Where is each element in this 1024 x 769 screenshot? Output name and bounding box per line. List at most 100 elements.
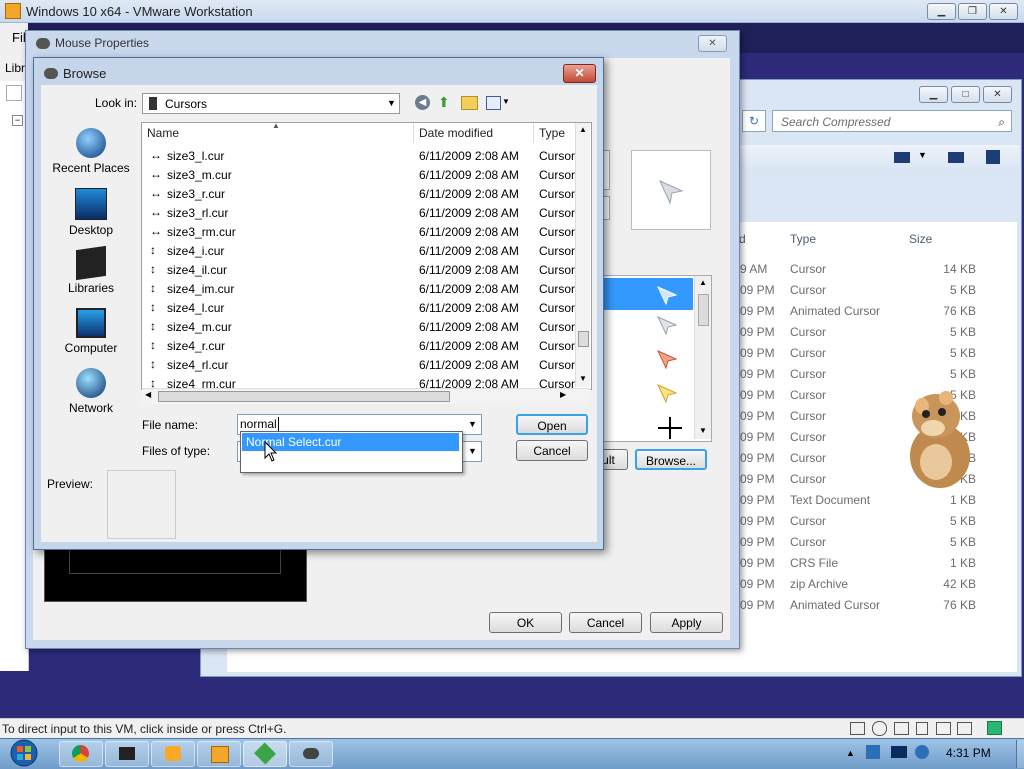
taskbar-app-button[interactable] [105,741,149,767]
place-libraries[interactable]: Libraries [46,245,136,295]
open-button[interactable]: Open [516,414,588,435]
explorer-row[interactable]: 09 PM zip Archive 42 KB [740,574,1020,595]
mouse-cancel-button[interactable]: Cancel [569,612,642,633]
browse-cancel-button[interactable]: Cancel [516,440,588,461]
explorer-row[interactable]: 09 PM Cursor 5 KB [740,364,1020,385]
place-recent-places[interactable]: Recent Places [46,128,136,175]
new-folder-icon[interactable] [461,96,478,110]
explorer-col-size[interactable]: Size [909,232,932,246]
explorer-search-input[interactable]: Search Compressed ⌕ [772,110,1012,132]
hscroll-thumb[interactable] [158,391,450,402]
file-list-vscroll[interactable]: ▲ ▼ [575,123,590,387]
file-row[interactable]: ↕ size4_il.cur 6/11/2009 2:08 AM Cursor [142,260,582,279]
explorer-minimize-button[interactable]: ▁ [919,86,948,103]
cd-icon[interactable] [872,721,887,736]
taskbar-vmware-button[interactable] [197,741,241,767]
explorer-row[interactable]: 09 PM CRS File 1 KB [740,553,1020,574]
hdd-icon[interactable] [850,722,865,735]
file-row[interactable]: ↕ size4_l.cur 6/11/2009 2:08 AM Cursor [142,298,582,317]
view-dropdown-icon[interactable]: ▼ [918,150,927,160]
explorer-close-button[interactable]: ✕ [983,86,1012,103]
refresh-icon[interactable]: ↻ [742,110,766,132]
start-button[interactable] [4,738,44,768]
explorer-maximize-button[interactable]: □ [951,86,980,103]
maximize-button[interactable]: ❐ [958,3,987,20]
place-network[interactable]: Network [46,368,136,415]
file-row[interactable]: ↔ size3_m.cur 6/11/2009 2:08 AM Cursor [142,165,582,184]
cursor-list-scrollbar[interactable]: ▲ ▼ [694,276,711,439]
file-row[interactable]: ↕ size4_i.cur 6/11/2009 2:08 AM Cursor [142,241,582,260]
chevron-down-icon[interactable]: ▼ [468,415,477,434]
file-list-hscroll[interactable]: ◀ ▶ [142,388,590,404]
back-icon[interactable]: ◀ [415,95,430,110]
file-row[interactable]: ↕ size4_m.cur 6/11/2009 2:08 AM Cursor [142,317,582,336]
tray-network-icon[interactable] [891,746,907,758]
explorer-col-date[interactable]: d [739,232,746,246]
message-icon[interactable] [987,721,1002,735]
sound-icon[interactable] [936,722,951,735]
menu-file[interactable]: Fil [12,30,26,45]
file-row[interactable]: ↔ size3_rl.cur 6/11/2009 2:08 AM Cursor [142,203,582,222]
taskbar-clock[interactable]: 4:31 PM [946,746,991,760]
scroll-down-icon[interactable]: ▼ [579,374,587,383]
mouse-browse-button[interactable]: Browse... [635,449,707,470]
library-search-icon[interactable] [6,85,22,101]
scroll-up-icon[interactable]: ▲ [699,278,707,287]
view-icon[interactable] [894,152,910,163]
file-row[interactable]: ↕ size4_r.cur 6/11/2009 2:08 AM Cursor [142,336,582,355]
help-icon[interactable] [986,150,1000,164]
explorer-row[interactable]: 09 PM Cursor 5 KB [740,511,1020,532]
preview-pane-icon[interactable] [948,152,964,163]
view-menu-icon[interactable] [486,96,501,110]
place-computer[interactable]: Computer [46,308,136,355]
up-folder-icon[interactable]: ⬆ [438,94,450,111]
minimize-button[interactable]: ▁ [927,3,956,20]
tray-volume-icon[interactable] [915,745,929,759]
place-desktop[interactable]: Desktop [46,188,136,237]
explorer-row[interactable]: 09 PM Animated Cursor 76 KB [740,301,1020,322]
apply-button[interactable]: Apply [650,612,723,633]
usb-icon[interactable] [916,722,928,735]
explorer-row[interactable]: 09 PM Cursor 5 KB [740,385,1020,406]
scroll-thumb[interactable] [698,294,709,326]
explorer-row[interactable]: 09 PMCursorKB [740,406,1020,427]
taskbar-media-button[interactable] [151,741,195,767]
explorer-row[interactable]: 09 PMCursorKB [740,427,1020,448]
explorer-row[interactable]: 09 PMCursorKB [740,469,1020,490]
scroll-left-icon[interactable]: ◀ [145,390,151,399]
explorer-row[interactable]: 09 PMCursorKB [740,448,1020,469]
cursor-list-selected-row[interactable] [591,278,693,310]
scroll-right-icon[interactable]: ▶ [560,390,566,399]
show-desktop-button[interactable] [1016,740,1024,768]
tray-expand-icon[interactable]: ▲ [846,748,855,758]
file-row[interactable]: ↔ size3_r.cur 6/11/2009 2:08 AM Cursor [142,184,582,203]
explorer-row[interactable]: 09 PM Cursor 5 KB [740,280,1020,301]
explorer-row[interactable]: 09 PM Text Document 1 KB [740,490,1020,511]
explorer-row[interactable]: 09 PM Animated Cursor 76 KB [740,595,1020,616]
file-row[interactable]: ↕ size4_rl.cur 6/11/2009 2:08 AM Cursor [142,355,582,374]
explorer-row[interactable]: 9 AM Cursor 14 KB [740,259,1020,280]
taskbar-mouse-button[interactable] [289,741,333,767]
taskbar-chrome-button[interactable] [59,741,103,767]
close-button[interactable]: ✕ [989,3,1018,20]
ok-button[interactable]: OK [489,612,562,633]
network-adapter-icon[interactable] [894,722,909,735]
scroll-up-icon[interactable]: ▲ [579,125,587,134]
explorer-row[interactable]: 09 PM Cursor 5 KB [740,322,1020,343]
view-menu-chevron-icon[interactable]: ▼ [502,97,510,106]
explorer-row[interactable]: 09 PM Cursor 5 KB [740,343,1020,364]
tray-flag-icon[interactable] [866,745,880,759]
col-date-header[interactable]: Date modified [414,123,534,143]
mouse-dialog-close-button[interactable]: ✕ [698,35,727,52]
vscroll-thumb[interactable] [578,331,589,347]
display-icon[interactable] [957,722,972,735]
explorer-row[interactable]: 09 PM Cursor 5 KB [740,532,1020,553]
scroll-down-icon[interactable]: ▼ [699,426,707,435]
file-row[interactable]: ↔ size3_rm.cur 6/11/2009 2:08 AM Cursor [142,222,582,241]
file-list[interactable]: Name Date modified Type ▲ ↔ size3_l.cur 6/… [141,122,592,390]
taskbar-active-button[interactable] [243,741,287,767]
cursor-customize-list[interactable]: ▲ ▼ [590,275,712,442]
tree-expand-icon[interactable]: − [12,115,23,126]
file-row[interactable]: ↕ size4_im.cur 6/11/2009 2:08 AM Cursor [142,279,582,298]
look-in-dropdown[interactable]: Cursors ▼ [142,93,400,114]
